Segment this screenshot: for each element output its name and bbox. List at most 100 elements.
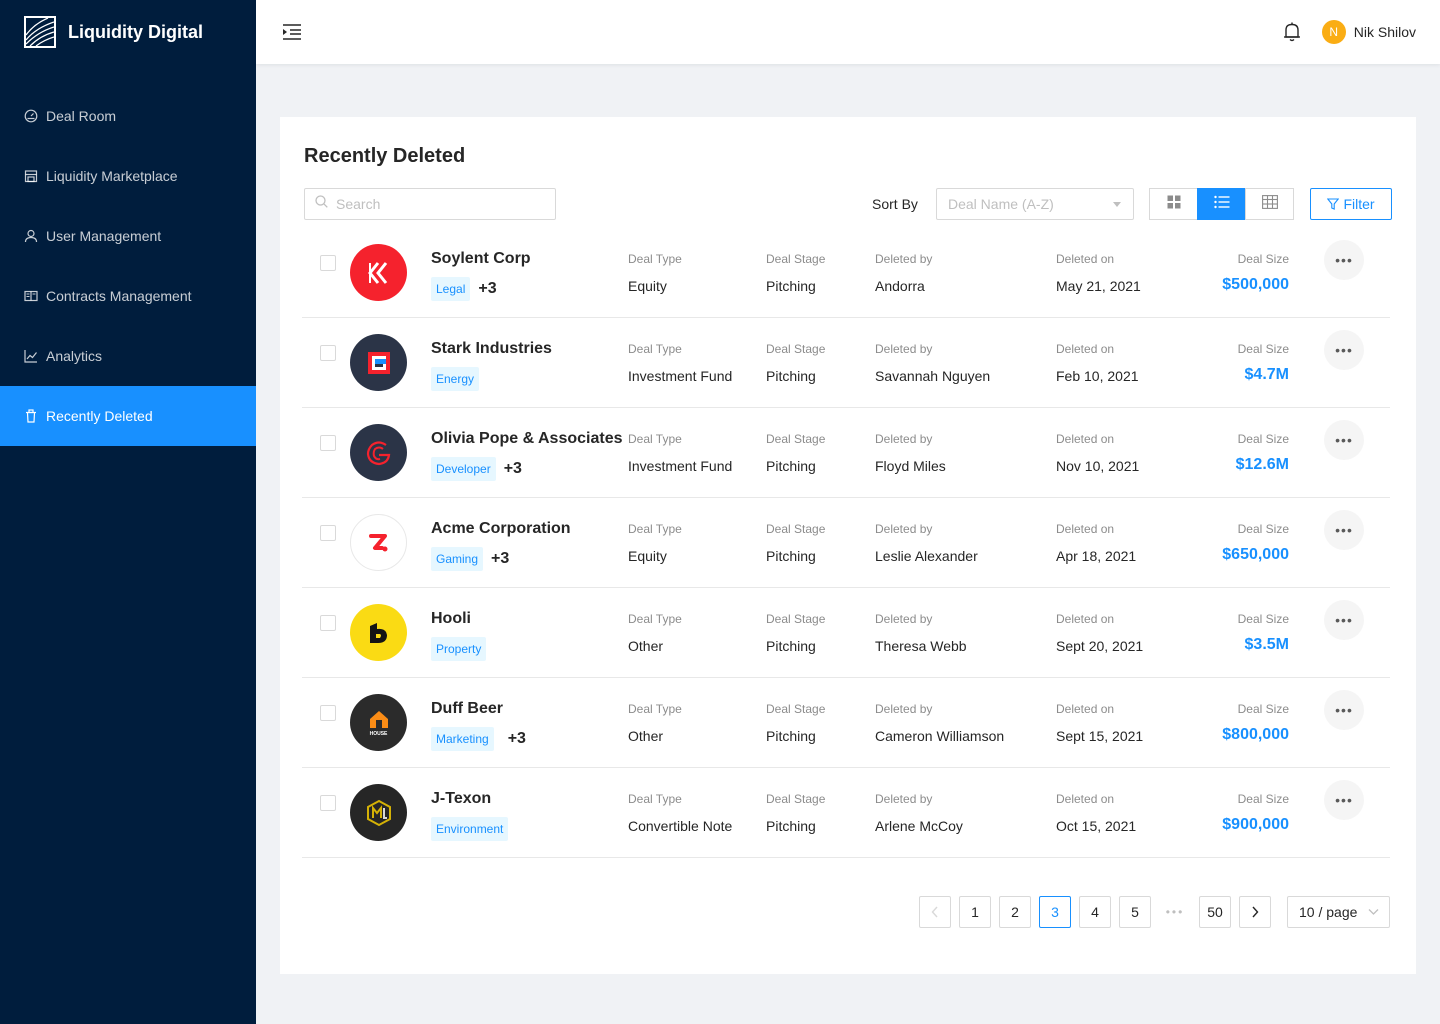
more-tags-count[interactable]: +3	[491, 550, 509, 568]
sidebar-item-recently-deleted[interactable]: Recently Deleted	[0, 386, 256, 446]
appstore-icon	[1167, 195, 1181, 214]
sidebar-item-analytics[interactable]: Analytics	[0, 326, 256, 386]
deal-stage-value: Pitching	[766, 458, 816, 474]
deal-type-label: Deal Type	[628, 342, 682, 356]
industry-tag: Gaming	[431, 547, 484, 571]
row-checkbox[interactable]	[320, 795, 336, 811]
more-tags-count[interactable]: +3	[508, 730, 526, 748]
company-name[interactable]: Olivia Pope & Associates	[431, 430, 622, 448]
deleted-on-cell: Deleted on Sept 15, 2021	[1056, 702, 1143, 744]
deal-type-cell: Deal Type Equity	[628, 522, 682, 564]
sidebar-item-label: Recently Deleted	[46, 408, 153, 424]
sort-select[interactable]: Deal Name (A-Z)	[936, 188, 1134, 220]
avatar[interactable]: N	[1321, 20, 1346, 44]
prev-page-button[interactable]	[919, 896, 951, 928]
olivia-pope-logo-icon	[350, 424, 407, 481]
company-name[interactable]: Hooli	[431, 610, 471, 628]
row-checkbox[interactable]	[320, 345, 336, 361]
brand-logo-icon	[24, 16, 56, 48]
filter-button[interactable]: Filter	[1310, 188, 1392, 220]
company-name[interactable]: Stark Industries	[431, 340, 552, 358]
page-title: Recently Deleted	[304, 145, 466, 167]
deleted-by-label: Deleted by	[875, 252, 933, 266]
more-actions-button[interactable]: •••	[1324, 600, 1364, 640]
deleted-by-value: Theresa Webb	[875, 638, 967, 654]
company-name[interactable]: Duff Beer	[431, 700, 503, 718]
list-item[interactable]: J-Texon Environment Deal Type Convertibl…	[302, 768, 1390, 858]
row-checkbox[interactable]	[320, 525, 336, 541]
row-checkbox[interactable]	[320, 705, 336, 721]
user-icon	[24, 229, 38, 243]
row-checkbox[interactable]	[320, 615, 336, 631]
page-button-2[interactable]: 2	[999, 896, 1031, 928]
page-size-value: 10 / page	[1299, 904, 1358, 920]
search-input[interactable]	[336, 196, 536, 212]
list-item[interactable]: Olivia Pope & Associates Developer +3 De…	[302, 408, 1390, 498]
deal-type-label: Deal Type	[628, 702, 682, 716]
sidebar-item-label: Deal Room	[46, 108, 117, 124]
table-view-button[interactable]	[1245, 188, 1294, 220]
next-page-button[interactable]	[1239, 896, 1271, 928]
more-actions-button[interactable]: •••	[1324, 780, 1364, 820]
filter-icon	[1327, 198, 1340, 210]
deleted-by-cell: Deleted by Savannah Nguyen	[875, 342, 990, 384]
bell-icon[interactable]	[1282, 21, 1302, 43]
ellipsis-icon: •••	[1335, 702, 1353, 718]
list-item[interactable]: Stark Industries Energy Deal Type Invest…	[302, 318, 1390, 408]
sort-label: Sort By	[872, 196, 918, 212]
list-item[interactable]: Acme Corporation Gaming +3 Deal Type Equ…	[302, 498, 1390, 588]
page-button-last[interactable]: 50	[1199, 896, 1231, 928]
more-actions-button[interactable]: •••	[1324, 690, 1364, 730]
row-checkbox[interactable]	[320, 255, 336, 271]
deal-size-value: $800,000	[1222, 726, 1289, 743]
more-tags-count[interactable]: +3	[504, 460, 522, 478]
deal-type-cell: Deal Type Other	[628, 702, 682, 744]
deal-stage-value: Pitching	[766, 818, 816, 834]
sidebar-item-liquidity-marketplace[interactable]: Liquidity Marketplace	[0, 146, 256, 206]
deal-size-label: Deal Size	[1237, 432, 1289, 446]
more-tags-count[interactable]: +3	[478, 280, 496, 298]
deleted-on-label: Deleted on	[1056, 432, 1115, 446]
user-name[interactable]: Nik Shilov	[1354, 24, 1416, 40]
deleted-on-cell: Deleted on Oct 15, 2021	[1056, 792, 1136, 834]
duff-beer-logo-icon: HOUSE	[350, 694, 407, 751]
brand-name: Liquidity Digital	[68, 21, 203, 42]
deleted-on-cell: Deleted on Sept 20, 2021	[1056, 612, 1143, 654]
deleted-on-value: Feb 10, 2021	[1056, 368, 1139, 384]
page-button-1[interactable]: 1	[959, 896, 991, 928]
company-name[interactable]: Soylent Corp	[431, 250, 531, 268]
more-actions-button[interactable]: •••	[1324, 240, 1364, 280]
list-item[interactable]: HOUSE Duff Beer Marketing +3 Deal Type O…	[302, 678, 1390, 768]
row-checkbox[interactable]	[320, 435, 336, 451]
brand[interactable]: Liquidity Digital	[0, 0, 256, 64]
sidebar-item-user-management[interactable]: User Management	[0, 206, 256, 266]
deleted-by-value: Andorra	[875, 278, 925, 294]
deleted-by-value: Leslie Alexander	[875, 548, 978, 564]
search-box[interactable]	[304, 188, 556, 220]
page-size-select[interactable]: 10 / page	[1287, 896, 1390, 928]
more-actions-button[interactable]: •••	[1324, 330, 1364, 370]
grid-view-button[interactable]	[1149, 188, 1198, 220]
jump-next-ellipsis[interactable]: •••	[1159, 896, 1191, 928]
menu-unfold-icon[interactable]	[282, 22, 302, 42]
tag-group: Legal +3	[431, 277, 497, 301]
sidebar-item-deal-room[interactable]: Deal Room	[0, 86, 256, 146]
deal-type-cell: Deal Type Investment Fund	[628, 342, 732, 384]
company-name[interactable]: Acme Corporation	[431, 520, 571, 538]
deleted-by-value: Floyd Miles	[875, 458, 946, 474]
more-actions-button[interactable]: •••	[1324, 420, 1364, 460]
sidebar-item-contracts-management[interactable]: Contracts Management	[0, 266, 256, 326]
list-item[interactable]: Soylent Corp Legal +3 Deal Type Equity D…	[302, 228, 1390, 318]
more-actions-button[interactable]: •••	[1324, 510, 1364, 550]
deal-stage-cell: Deal Stage Pitching	[766, 522, 825, 564]
page-button-3[interactable]: 3	[1039, 896, 1071, 928]
deleted-on-label: Deleted on	[1056, 252, 1115, 266]
page-button-5[interactable]: 5	[1119, 896, 1151, 928]
page-button-4[interactable]: 4	[1079, 896, 1111, 928]
company-name[interactable]: J-Texon	[431, 790, 491, 808]
industry-tag: Legal	[431, 277, 471, 301]
unordered-list-icon	[1213, 195, 1230, 214]
acme-corporation-logo-icon	[350, 514, 407, 571]
list-item[interactable]: Hooli Property Deal Type Other Deal Stag…	[302, 588, 1390, 678]
list-view-button[interactable]	[1197, 188, 1246, 220]
